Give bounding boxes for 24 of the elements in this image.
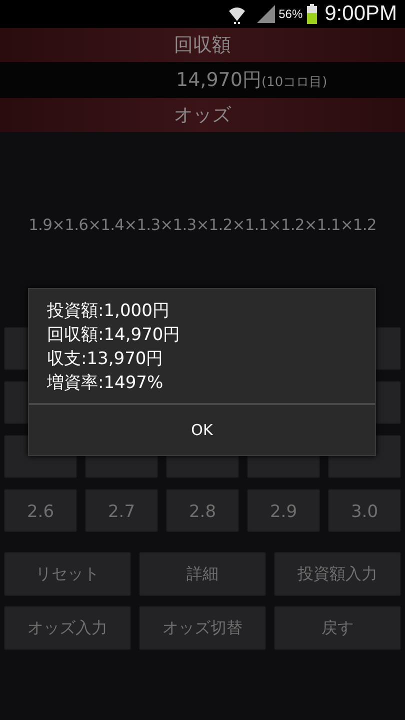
clock: 9:00PM (324, 1, 397, 28)
odds-button[interactable]: 2.9 (247, 489, 320, 532)
action-button[interactable]: 詳細 (139, 552, 266, 596)
action-button[interactable]: オッズ入力 (4, 606, 131, 650)
battery-percent: 56% (278, 6, 303, 23)
dialog-text: 投資額:1,000円 (47, 300, 170, 323)
dialog-text: 収支:13,970円 (47, 348, 164, 371)
odds-button[interactable]: 2.7 (85, 489, 158, 532)
battery-icon (306, 4, 317, 24)
odds-button[interactable]: 2.8 (166, 489, 239, 532)
amount-text: 14,970円(10コロ目) (176, 68, 328, 93)
odds-button[interactable]: 3.0 (328, 489, 401, 532)
action-button[interactable]: リセット (4, 552, 131, 596)
signal-icon (256, 5, 275, 23)
section-title: 回収額 (174, 32, 231, 58)
dialog-text: 回収額:14,970円 (47, 324, 182, 347)
action-button[interactable]: 投資額入力 (274, 552, 401, 596)
odds-button[interactable]: 2.6 (4, 489, 77, 532)
action-button[interactable]: 戻す (274, 606, 401, 650)
ok-button[interactable]: OK (29, 403, 375, 455)
action-button[interactable]: オッズ切替 (139, 606, 266, 650)
dialog-text: 増資率:1497% (47, 372, 164, 395)
section-title: オッズ (174, 102, 231, 128)
odds-sequence: 1.9×1.6×1.4×1.3×1.3×1.2×1.1×1.2×1.1×1.2 (28, 216, 376, 234)
